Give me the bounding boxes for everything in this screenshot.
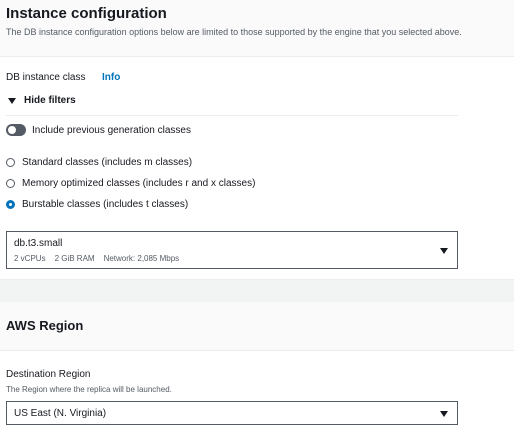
db-instance-class-label: DB instance class (6, 72, 86, 83)
radio-memory-optimized-classes[interactable]: Memory optimized classes (includes r and… (6, 178, 255, 189)
dropdown-triangle-icon (440, 248, 448, 254)
radio-label: Standard classes (includes m classes) (22, 157, 193, 168)
radio-button-selected[interactable] (6, 200, 15, 209)
previous-generation-row: Include previous generation classes (6, 124, 191, 136)
destination-region-label: Destination Region (6, 369, 91, 380)
instance-vcpus: 2 vCPUs (14, 254, 46, 263)
divider (6, 115, 458, 116)
hide-filters-toggle[interactable]: Hide filters (8, 95, 76, 106)
db-instance-class-select[interactable]: db.t3.small 2 vCPUs 2 GiB RAM Network: 2… (6, 231, 458, 269)
instance-config-header: Instance configuration The DB instance c… (0, 0, 514, 57)
radio-button[interactable] (6, 158, 15, 167)
destination-region-select[interactable]: US East (N. Virginia) (6, 401, 458, 425)
previous-generation-label: Include previous generation classes (32, 124, 191, 136)
selected-instance-specs: 2 vCPUs 2 GiB RAM Network: 2,085 Mbps (14, 254, 179, 263)
radio-label: Burstable classes (includes t classes) (22, 199, 189, 210)
info-link[interactable]: Info (102, 72, 120, 83)
radio-standard-classes[interactable]: Standard classes (includes m classes) (6, 157, 192, 168)
previous-generation-toggle[interactable] (6, 124, 26, 136)
instance-ram: 2 GiB RAM (54, 254, 95, 263)
toggle-knob (8, 126, 16, 134)
section-description: The DB instance configuration options be… (6, 27, 462, 37)
section-title: Instance configuration (6, 5, 167, 22)
destination-region-description: The Region where the replica will be lau… (6, 385, 172, 394)
instance-network: Network: 2,085 Mbps (103, 254, 180, 263)
hide-filters-label: Hide filters (24, 95, 76, 106)
aws-region-title: AWS Region (6, 318, 84, 333)
radio-label: Memory optimized classes (includes r and… (22, 178, 256, 189)
selected-instance-name: db.t3.small (14, 238, 63, 249)
radio-burstable-classes[interactable]: Burstable classes (includes t classes) (6, 199, 188, 210)
dropdown-triangle-icon (440, 411, 448, 417)
selected-region: US East (N. Virginia) (14, 408, 107, 419)
caret-down-icon (8, 98, 16, 104)
section-separator (0, 279, 514, 303)
radio-button[interactable] (6, 179, 15, 188)
